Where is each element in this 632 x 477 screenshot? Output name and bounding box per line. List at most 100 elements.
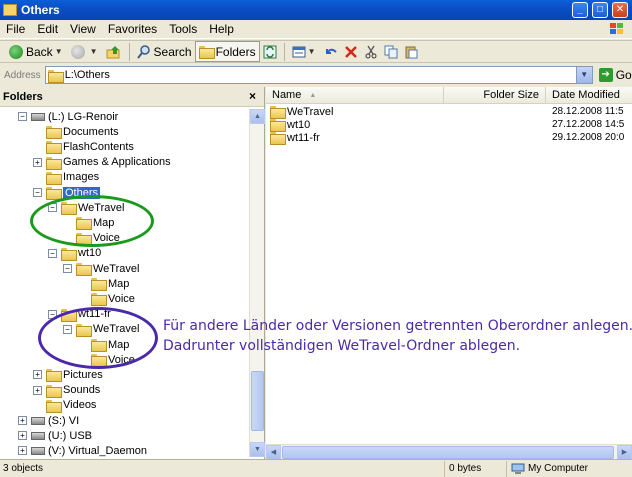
tree-item[interactable]: − Others [33, 185, 101, 200]
collapse-icon[interactable]: − [48, 309, 57, 319]
folder-icon [270, 119, 286, 132]
tree-item[interactable]: Voice [78, 291, 135, 307]
collapse-icon[interactable]: − [18, 112, 27, 121]
copy-button[interactable] [381, 41, 401, 62]
my-computer-icon [511, 463, 525, 474]
tree-item[interactable]: Videos [33, 398, 96, 413]
scroll-left-icon[interactable]: ◀ [266, 445, 281, 460]
column-header-date[interactable]: Date Modified [546, 87, 632, 103]
expand-icon[interactable]: + [33, 157, 42, 167]
tree-item[interactable]: − WeTravel [63, 322, 139, 337]
undo-button[interactable] [321, 41, 341, 62]
tree-item[interactable]: + Sounds [33, 383, 100, 398]
column-header-name[interactable]: Name ▲ [266, 87, 444, 103]
tree-item[interactable]: − wt11-fr [48, 307, 111, 322]
tree-item[interactable]: + (V:) Virtual_Daemon [18, 443, 147, 457]
scroll-up-icon[interactable]: ▲ [250, 109, 265, 124]
status-objects: 3 objects [0, 460, 445, 477]
tree-item[interactable]: Map [78, 276, 129, 292]
address-label: Address [4, 69, 41, 81]
tree-item-label: wt10 [78, 247, 102, 260]
collapse-icon[interactable]: − [63, 264, 72, 273]
tree-item[interactable]: − wt10 [48, 246, 101, 261]
column-header-size[interactable]: Folder Size [444, 87, 546, 103]
tree-item[interactable]: − WeTravel [63, 261, 139, 276]
sync-icon [263, 45, 277, 58]
forward-button[interactable]: ▼ [68, 41, 103, 62]
collapse-icon[interactable]: − [63, 324, 72, 334]
toolbar-separator [128, 42, 130, 61]
minimize-button[interactable]: _ [572, 2, 588, 18]
expand-icon[interactable]: + [18, 446, 27, 456]
sync-button[interactable] [260, 41, 280, 62]
go-button[interactable]: ➔ Go [598, 68, 632, 82]
dropdown-arrow-icon[interactable]: ▼ [55, 47, 63, 56]
menu-tools[interactable]: Tools [163, 22, 203, 36]
file-name-cell: wt11-fr [266, 132, 444, 145]
vertical-scrollbar[interactable]: ▲ ▼ [249, 109, 265, 457]
drive-icon [31, 431, 45, 440]
dropdown-arrow-icon[interactable]: ▼ [90, 47, 98, 56]
tree-item[interactable]: − (L:) LG-Renoir [18, 109, 118, 124]
scroll-down-icon[interactable]: ▼ [250, 442, 265, 457]
views-button[interactable]: ▼ [289, 41, 321, 62]
tree-item[interactable]: + (S:) VI [18, 413, 79, 428]
tree-item-label: Map [93, 216, 115, 229]
menu-edit[interactable]: Edit [31, 22, 64, 36]
collapse-icon[interactable]: − [33, 188, 42, 197]
tree-item[interactable]: + Games & Applications [33, 155, 171, 170]
tree-item[interactable]: Voice [78, 352, 135, 368]
scroll-right-icon[interactable]: ▶ [617, 445, 632, 460]
scroll-thumb[interactable] [282, 446, 614, 459]
back-label: Back [26, 44, 53, 59]
close-button[interactable]: ✕ [612, 2, 628, 18]
close-pane-button[interactable]: × [249, 89, 256, 103]
expand-icon[interactable]: + [33, 370, 42, 380]
folder-icon [76, 217, 92, 231]
scroll-thumb[interactable] [251, 371, 264, 431]
dropdown-arrow-icon[interactable]: ▼ [308, 47, 316, 56]
folder-icon [91, 339, 107, 352]
folder-icon [46, 399, 62, 413]
tree-item[interactable]: FlashContents [33, 139, 134, 155]
tree-item[interactable]: Map [63, 215, 115, 231]
tree-item[interactable]: Voice [63, 231, 120, 246]
file-name: wt10 [287, 118, 311, 131]
folder-icon [76, 232, 92, 246]
tree-item[interactable]: Images [33, 170, 99, 185]
menu-help[interactable]: Help [203, 22, 240, 36]
expand-icon[interactable]: + [33, 385, 42, 395]
up-folder-button[interactable] [103, 41, 125, 62]
collapse-icon[interactable]: − [48, 248, 57, 258]
folder-icon [47, 69, 64, 83]
menu-favorites[interactable]: Favorites [102, 22, 163, 36]
undo-icon [325, 48, 337, 54]
tree-item[interactable]: + (U:) USB [18, 428, 92, 443]
search-button[interactable]: Search [134, 41, 195, 62]
tree-item[interactable]: Documents [33, 124, 119, 140]
horizontal-scrollbar[interactable]: ◀ ▶ [266, 444, 632, 460]
delete-button[interactable] [341, 41, 361, 62]
file-row[interactable]: WeTravel 28.12.2008 11:5 [266, 105, 632, 119]
file-row[interactable]: wt11-fr 29.12.2008 20:0 [266, 131, 632, 145]
menu-view[interactable]: View [64, 22, 102, 36]
cut-button[interactable] [361, 41, 381, 62]
tree-item[interactable]: − WeTravel [48, 200, 124, 216]
expand-icon[interactable]: + [18, 431, 27, 441]
file-row[interactable]: wt10 27.12.2008 14:5 [266, 118, 632, 132]
maximize-button[interactable]: □ [592, 2, 608, 18]
address-input[interactable]: L:\Others ▼ [44, 66, 593, 84]
tree-item-label: (S:) VI [48, 414, 80, 427]
tree-item[interactable]: Map [78, 337, 129, 352]
paste-button[interactable] [401, 41, 421, 62]
tree-item-label: FlashContents [63, 140, 134, 153]
folder-icon [46, 369, 62, 383]
back-button[interactable]: Back ▼ [6, 41, 68, 62]
folders-button[interactable]: Folders [194, 41, 260, 62]
collapse-icon[interactable]: − [48, 203, 57, 213]
annotation-text: Für andere Länder oder Versionen getrenn… [163, 316, 632, 356]
tree-item[interactable]: + Pictures [33, 367, 103, 383]
expand-icon[interactable]: + [18, 416, 27, 425]
menu-file[interactable]: File [0, 22, 31, 36]
address-dropdown-icon[interactable]: ▼ [575, 67, 592, 83]
